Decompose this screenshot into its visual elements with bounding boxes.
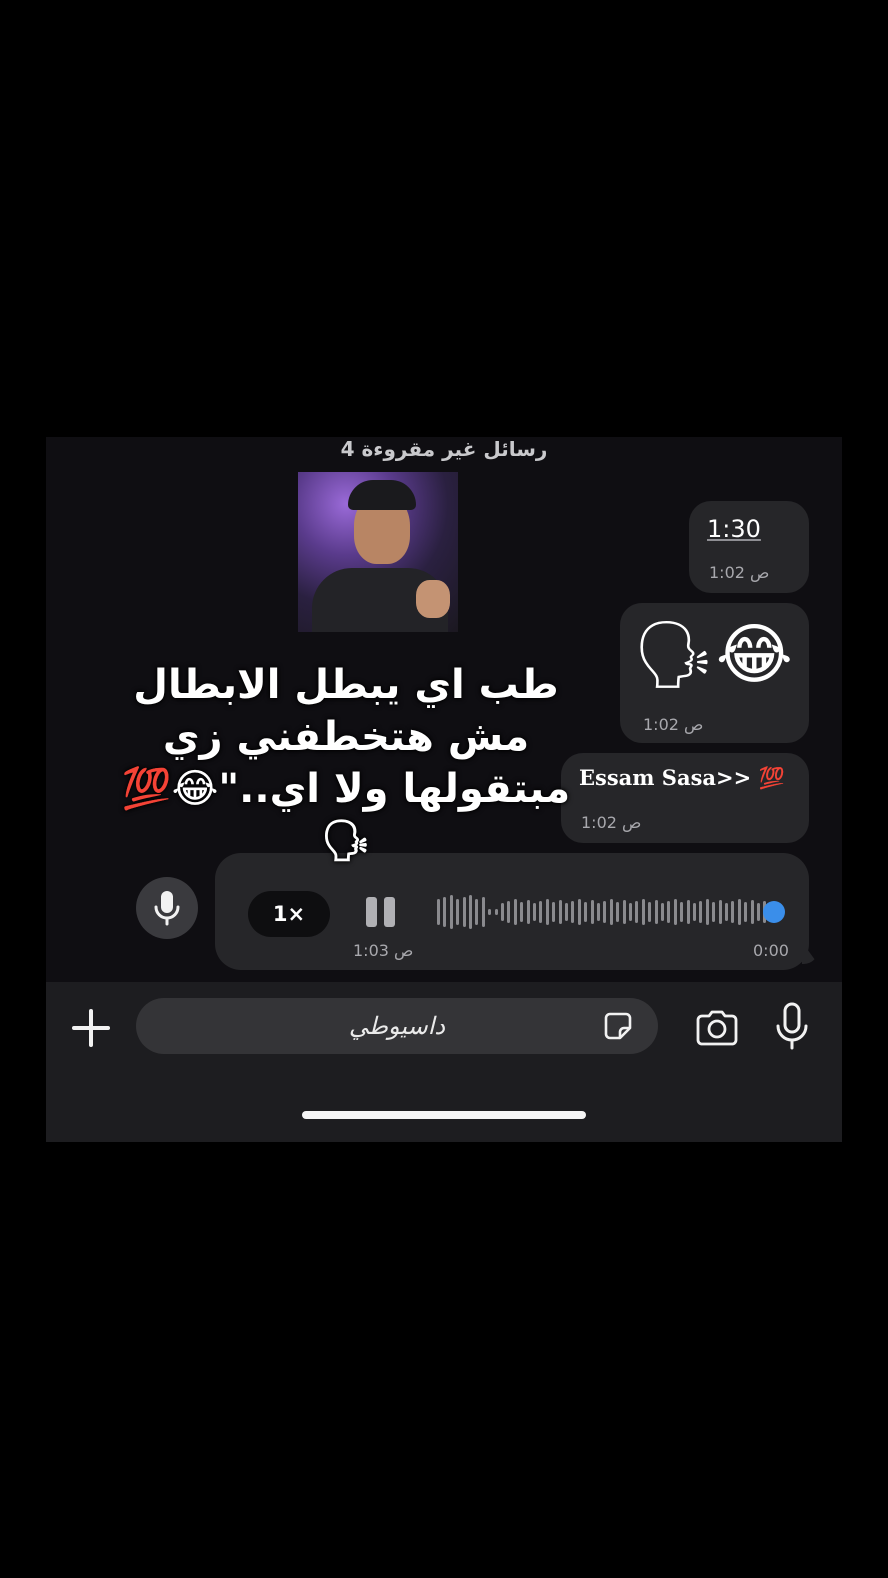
waveform-bar — [462, 897, 466, 927]
waveform-bar — [757, 903, 760, 921]
waveform-bar — [667, 901, 671, 923]
waveform-bar — [699, 901, 703, 923]
voice-message-time: 1:03 ص — [353, 941, 414, 960]
message-bubble[interactable]: Essam Sasa>> 💯 1:02 ص — [561, 753, 809, 843]
waveform-bar — [526, 900, 530, 924]
sticker-icon[interactable] — [600, 1008, 636, 1044]
waveform-bar — [533, 903, 536, 921]
voice-record-button[interactable] — [136, 877, 198, 939]
message-input-text[interactable]: داسيوطي — [136, 998, 658, 1054]
waveform-bar — [539, 901, 543, 923]
chat-screen: 4 رسائل غير مقروءة 1:30 1:02 ص 🗣😂 1:02 ص… — [46, 437, 842, 1142]
playback-scrubber[interactable] — [763, 901, 785, 923]
message-input-bar: داسيوطي — [46, 982, 842, 1142]
waveform-bar — [712, 902, 716, 922]
waveform-bar — [635, 901, 639, 923]
waveform-bar — [686, 900, 690, 924]
waveform-bar — [654, 900, 658, 924]
waveform-bar — [609, 899, 613, 925]
waveform-bar — [475, 899, 479, 925]
waveform-bar — [603, 901, 607, 923]
waveform-bar — [443, 897, 447, 927]
waveform-bar — [494, 909, 498, 915]
message-text[interactable]: 1:30 — [707, 515, 761, 543]
camera-icon[interactable] — [694, 1008, 740, 1048]
waveform-bar — [481, 897, 485, 927]
waveform-bar — [552, 902, 556, 922]
waveform-bar — [513, 899, 517, 925]
microphone-icon — [154, 891, 180, 926]
waveform-bar — [437, 899, 440, 925]
waveform-bar — [520, 902, 524, 922]
waveform-bar — [449, 895, 453, 929]
unread-messages-banner: 4 رسائل غير مقروءة — [340, 437, 548, 461]
waveform-bar — [597, 903, 600, 921]
waveform-bar — [718, 900, 722, 924]
waveform-bar — [571, 901, 575, 923]
message-bubble[interactable]: 1:30 1:02 ص — [689, 501, 809, 593]
home-indicator — [302, 1111, 586, 1119]
message-emoji: 🗣😂 — [632, 616, 793, 693]
voice-waveform[interactable] — [437, 893, 782, 931]
waveform-bar — [629, 903, 632, 921]
waveform-bar — [584, 902, 588, 922]
message-time: 1:02 ص — [581, 813, 642, 832]
waveform-bar — [501, 903, 504, 921]
waveform-bar — [590, 900, 594, 924]
message-time: 1:02 ص — [709, 563, 770, 582]
waveform-bar — [565, 903, 568, 921]
waveform-bar — [616, 902, 620, 922]
waveform-bar — [737, 899, 741, 925]
waveform-bar — [661, 903, 664, 921]
overlay-caption: طب اي يبطل الابطال مش هتخطفني زي مبتقوله… — [121, 662, 571, 864]
waveform-bar — [693, 903, 696, 921]
waveform-bar — [577, 899, 581, 925]
voice-duration: 0:00 — [753, 941, 789, 960]
pause-icon[interactable] — [366, 897, 396, 927]
voice-message-bubble[interactable]: 1× 1:03 ص 0:00 — [215, 853, 809, 970]
waveform-bar — [488, 909, 492, 915]
waveform-bar — [641, 899, 645, 925]
waveform-bar — [545, 899, 549, 925]
waveform-bar — [648, 902, 652, 922]
waveform-bar — [622, 900, 626, 924]
microphone-icon[interactable] — [774, 1002, 810, 1052]
plus-icon[interactable] — [72, 1009, 110, 1047]
waveform-bar — [750, 900, 754, 924]
message-time: 1:02 ص — [643, 715, 704, 734]
message-text: Essam Sasa>> 💯 — [579, 765, 785, 790]
waveform-bar — [725, 903, 728, 921]
waveform-bar — [673, 899, 677, 925]
playback-speed-button[interactable]: 1× — [248, 891, 330, 937]
photo-hand — [416, 580, 450, 618]
waveform-bar — [705, 899, 709, 925]
sender-photo[interactable] — [298, 472, 458, 632]
message-input[interactable]: داسيوطي — [136, 998, 658, 1054]
photo-cap — [348, 480, 416, 510]
waveform-bar — [680, 902, 684, 922]
waveform-bar — [558, 900, 562, 924]
waveform-bar — [731, 901, 735, 923]
emoji-message-bubble[interactable]: 🗣😂 1:02 ص — [620, 603, 809, 743]
waveform-bar — [744, 902, 748, 922]
waveform-bar — [456, 899, 460, 925]
waveform-bar — [507, 901, 511, 923]
waveform-bar — [469, 895, 472, 929]
